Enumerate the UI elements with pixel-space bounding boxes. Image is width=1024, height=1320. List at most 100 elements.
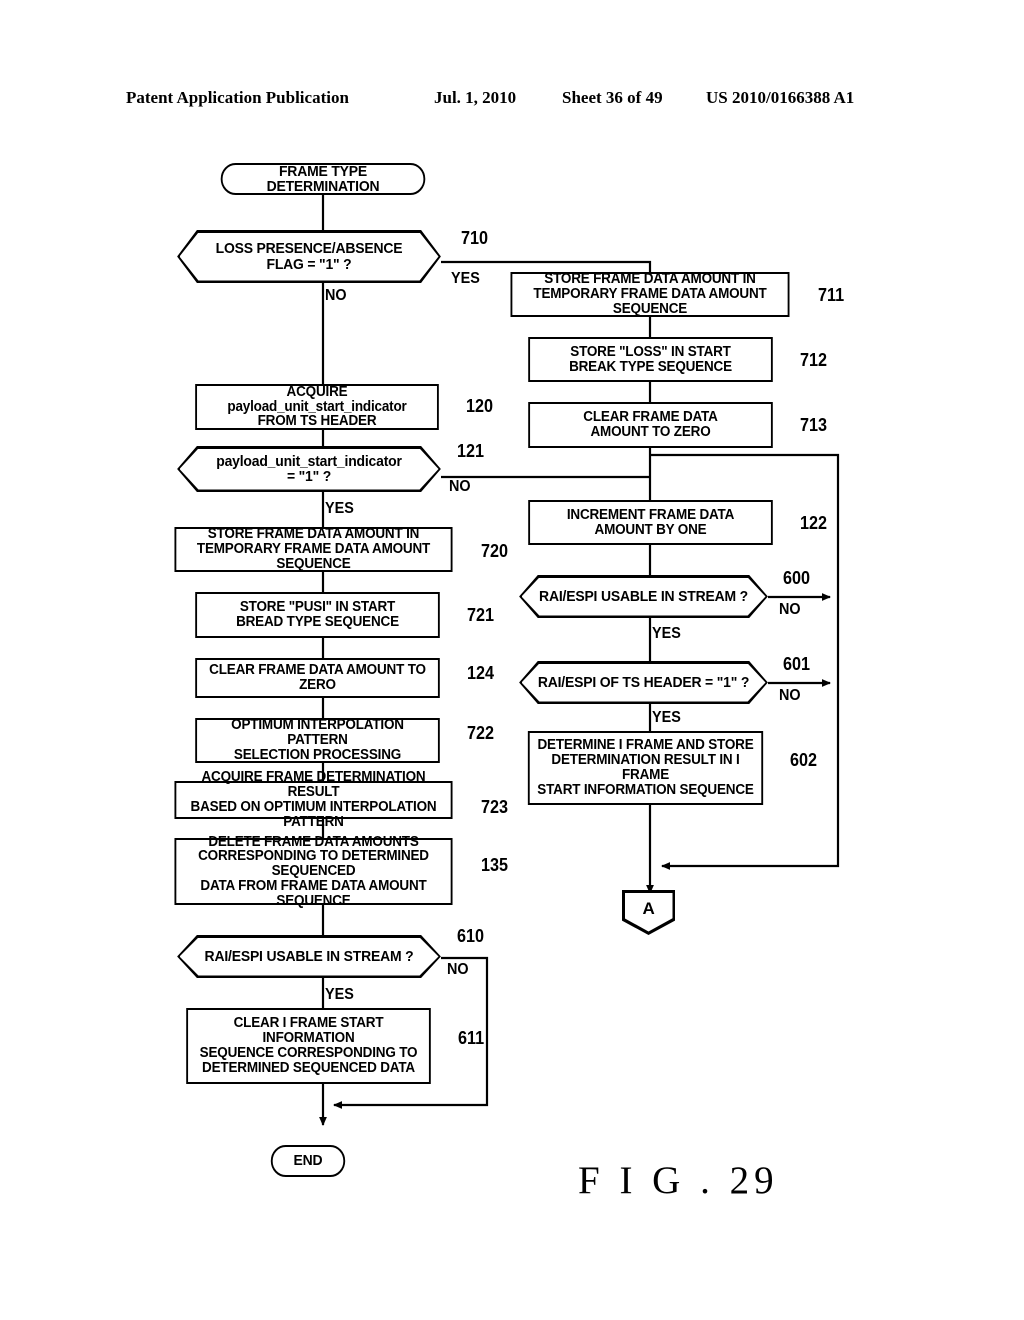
process-135-line1: DELETE FRAME DATA AMOUNTS xyxy=(208,833,419,850)
branch-label-121-no: NO xyxy=(449,478,471,495)
decision-610-text: RAI/ESPI USABLE IN STREAM ? xyxy=(186,949,432,964)
process-602-line1: DETERMINE I FRAME AND STORE xyxy=(537,737,754,754)
refnum-120: 120 xyxy=(466,396,494,416)
process-711-text: STORE FRAME DATA AMOUNT IN TEMPORARY FRA… xyxy=(512,272,787,316)
process-721-line2: BREAD TYPE SEQUENCE xyxy=(236,614,399,630)
decision-121-line2: = "1" ? xyxy=(286,468,332,485)
process-602-line2: DETERMINATION RESULT IN I FRAME xyxy=(551,752,740,783)
process-135-line3: DATA FROM FRAME DATA AMOUNT SEQUENCE xyxy=(200,877,427,909)
branch-label-710-yes: YES xyxy=(451,270,480,287)
branch-label-600-no: NO xyxy=(779,601,801,618)
branch-label-600-yes: YES xyxy=(652,625,681,642)
process-712: STORE "LOSS" IN START BREAK TYPE SEQUENC… xyxy=(528,337,773,382)
terminator-end-label: END xyxy=(293,1152,323,1170)
process-720-text: STORE FRAME DATA AMOUNT IN TEMPORARY FRA… xyxy=(176,527,450,571)
process-720-line2: TEMPORARY FRAME DATA AMOUNT SEQUENCE xyxy=(196,541,431,572)
process-713-text: CLEAR FRAME DATA AMOUNT TO ZERO xyxy=(530,410,771,440)
process-722: OPTIMUM INTERPOLATION PATTERN SELECTION … xyxy=(195,718,440,763)
branch-label-601-no: NO xyxy=(779,687,801,704)
decision-601-text: RAI/ESPI OF TS HEADER = "1" ? xyxy=(528,675,760,690)
process-721-line1: STORE "PUSI" IN START xyxy=(239,599,396,616)
process-611-text: CLEAR I FRAME START INFORMATION SEQUENCE… xyxy=(188,1016,429,1075)
branch-label-610-yes: YES xyxy=(325,986,354,1003)
process-611-line1: CLEAR I FRAME START INFORMATION xyxy=(233,1015,384,1047)
process-124-line1: CLEAR FRAME DATA AMOUNT TO ZERO xyxy=(209,662,426,693)
decision-121-text: payload_unit_start_indicator = "1" ? xyxy=(186,454,432,485)
process-713: CLEAR FRAME DATA AMOUNT TO ZERO xyxy=(528,402,773,448)
decision-600: RAI/ESPI USABLE IN STREAM ? xyxy=(519,575,768,618)
process-712-line2: BREAK TYPE SEQUENCE xyxy=(569,358,732,375)
connector-a-label: A xyxy=(642,898,655,918)
flowchart-connectors xyxy=(319,195,840,1126)
refnum-121: 121 xyxy=(457,441,485,461)
refnum-135: 135 xyxy=(481,855,509,875)
refnum-722: 722 xyxy=(467,723,495,743)
process-611: CLEAR I FRAME START INFORMATION SEQUENCE… xyxy=(186,1008,431,1084)
process-720-line1: STORE FRAME DATA AMOUNT IN xyxy=(207,526,420,543)
process-711-line1: STORE FRAME DATA AMOUNT IN xyxy=(544,271,756,288)
refnum-712: 712 xyxy=(800,350,828,370)
process-711-line2: TEMPORARY FRAME DATA AMOUNT SEQUENCE xyxy=(533,286,767,317)
decision-600-text: RAI/ESPI USABLE IN STREAM ? xyxy=(528,589,760,604)
process-122-line1: INCREMENT FRAME DATA xyxy=(566,506,735,523)
process-723-line1: ACQUIRE FRAME DETERMINATION RESULT xyxy=(201,769,426,801)
process-722-line1: OPTIMUM INTERPOLATION PATTERN xyxy=(231,717,404,749)
decision-121: payload_unit_start_indicator = "1" ? xyxy=(177,446,441,492)
process-713-line1: CLEAR FRAME DATA xyxy=(583,409,718,426)
process-602: DETERMINE I FRAME AND STORE DETERMINATIO… xyxy=(527,731,764,805)
branch-label-710-no: NO xyxy=(325,287,347,304)
refnum-610: 610 xyxy=(457,926,485,946)
branch-label-121-yes: YES xyxy=(325,500,354,517)
terminator-end: END xyxy=(270,1145,346,1177)
process-722-line2: SELECTION PROCESSING xyxy=(233,746,402,763)
process-602-line3: START INFORMATION SEQUENCE xyxy=(537,781,754,798)
decision-710: LOSS PRESENCE/ABSENCE FLAG = "1" ? xyxy=(177,230,441,283)
refnum-601: 601 xyxy=(783,654,811,674)
process-120: ACQUIRE payload_unit_start_indicator FRO… xyxy=(195,384,439,430)
decision-601: RAI/ESPI OF TS HEADER = "1" ? xyxy=(519,661,768,704)
process-120-text: ACQUIRE payload_unit_start_indicator FRO… xyxy=(197,383,437,430)
process-721-text: STORE "PUSI" IN START BREAD TYPE SEQUENC… xyxy=(197,600,438,630)
publication-header: Patent Application Publication Jul. 1, 2… xyxy=(0,88,1024,112)
decision-610: RAI/ESPI USABLE IN STREAM ? xyxy=(177,935,441,978)
branch-label-610-no: NO xyxy=(447,961,469,978)
decision-710-text: LOSS PRESENCE/ABSENCE FLAG = "1" ? xyxy=(186,241,432,272)
refnum-710: 710 xyxy=(461,228,489,248)
figure-label: F I G . 29 xyxy=(578,1159,779,1202)
process-120-line1: ACQUIRE payload_unit_start_indicator xyxy=(227,383,407,415)
process-135-text: DELETE FRAME DATA AMOUNTS CORRESPONDING … xyxy=(176,833,450,909)
process-712-line1: STORE "LOSS" IN START xyxy=(570,343,731,360)
refnum-720: 720 xyxy=(481,541,509,561)
terminator-start: FRAME TYPE DETERMINATION xyxy=(220,163,426,195)
process-611-line2: SEQUENCE CORRESPONDING TO xyxy=(199,1045,418,1061)
process-720: STORE FRAME DATA AMOUNT IN TEMPORARY FRA… xyxy=(174,527,453,572)
process-722-text: OPTIMUM INTERPOLATION PATTERN SELECTION … xyxy=(197,718,438,762)
process-711: STORE FRAME DATA AMOUNT IN TEMPORARY FRA… xyxy=(510,272,790,317)
decision-601-line1: RAI/ESPI OF TS HEADER = "1" ? xyxy=(537,673,750,691)
process-723-line2: BASED ON OPTIMUM INTERPOLATION PATTERN xyxy=(190,799,437,830)
header-publication-date: Jul. 1, 2010 xyxy=(434,88,517,107)
process-713-line2: AMOUNT TO ZERO xyxy=(590,424,711,440)
process-135-line2: CORRESPONDING TO DETERMINED SEQUENCED xyxy=(198,848,429,880)
refnum-723: 723 xyxy=(481,797,509,817)
refnum-711: 711 xyxy=(818,285,845,305)
process-122-line2: AMOUNT BY ONE xyxy=(594,521,707,538)
process-611-line3: DETERMINED SEQUENCED DATA xyxy=(202,1059,415,1076)
header-patent-number: US 2010/0166388 A1 xyxy=(706,88,855,107)
process-721: STORE "PUSI" IN START BREAD TYPE SEQUENC… xyxy=(195,592,440,638)
refnum-721: 721 xyxy=(467,605,495,625)
process-122-text: INCREMENT FRAME DATA AMOUNT BY ONE xyxy=(530,506,771,538)
refnum-611: 611 xyxy=(458,1028,485,1048)
refnum-600: 600 xyxy=(783,568,811,588)
process-124-text: CLEAR FRAME DATA AMOUNT TO ZERO xyxy=(197,663,438,693)
refnum-122: 122 xyxy=(800,513,828,533)
process-712-text: STORE "LOSS" IN START BREAK TYPE SEQUENC… xyxy=(530,343,771,375)
process-602-text: DETERMINE I FRAME AND STORE DETERMINATIO… xyxy=(530,738,762,797)
patent-drawing-page: Patent Application Publication Jul. 1, 2… xyxy=(0,0,1024,1320)
refnum-602: 602 xyxy=(790,750,818,770)
process-120-line2: FROM TS HEADER xyxy=(257,413,377,430)
process-135: DELETE FRAME DATA AMOUNTS CORRESPONDING … xyxy=(174,834,453,908)
refnum-124: 124 xyxy=(467,663,495,683)
process-124: CLEAR FRAME DATA AMOUNT TO ZERO xyxy=(195,658,440,698)
process-122: INCREMENT FRAME DATA AMOUNT BY ONE xyxy=(528,500,773,545)
